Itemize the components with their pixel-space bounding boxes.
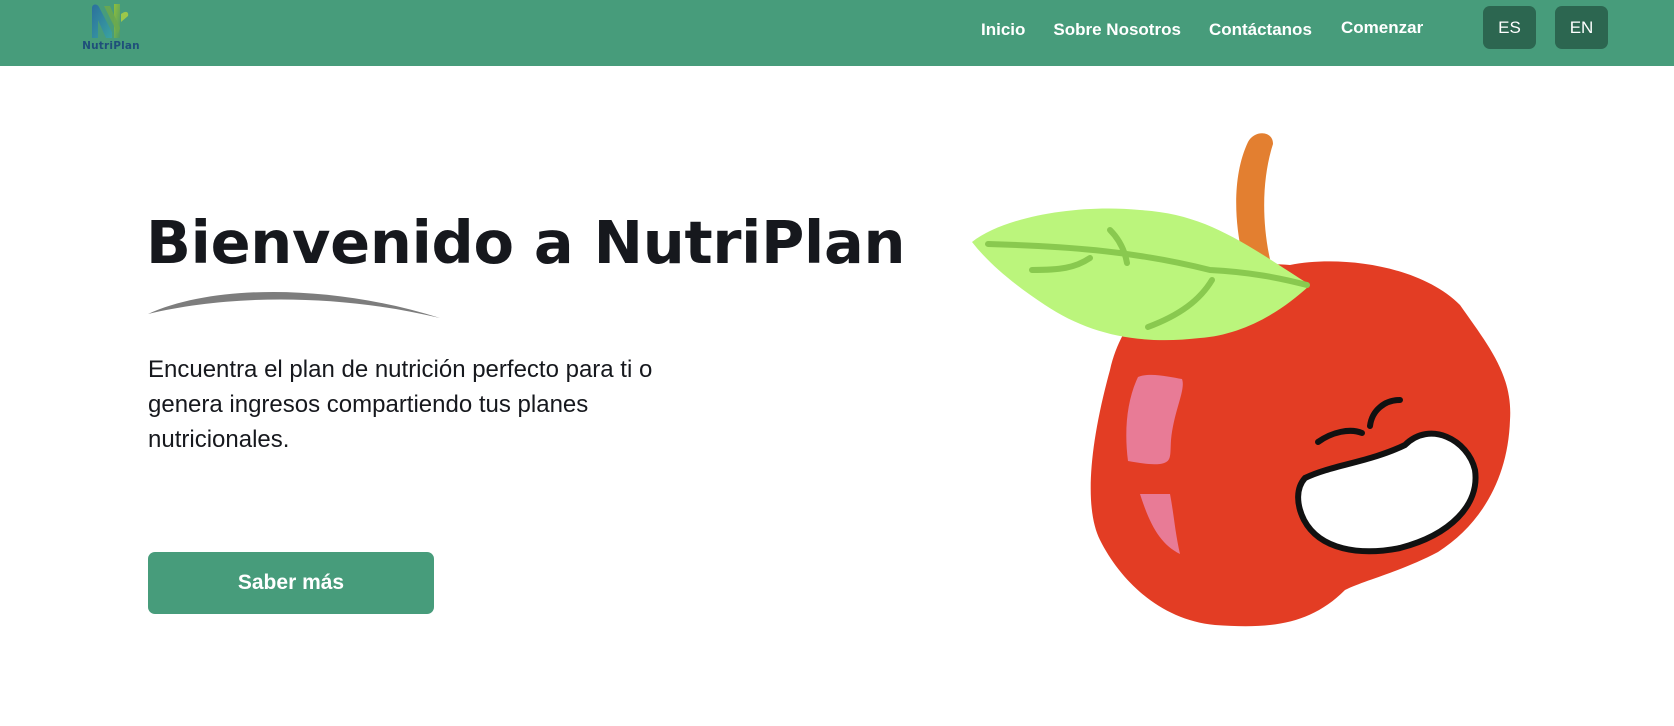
top-navbar: NutriPlan Inicio Sobre Nosotros Contácta… bbox=[0, 0, 1674, 66]
nav-link-sobre-nosotros[interactable]: Sobre Nosotros bbox=[1053, 20, 1181, 40]
language-es-button[interactable]: ES bbox=[1483, 6, 1536, 49]
nav-link-inicio[interactable]: Inicio bbox=[981, 20, 1025, 40]
hero-description: Encuentra el plan de nutrición perfecto … bbox=[148, 356, 653, 453]
hero-title: Bienvenido a NutriPlan bbox=[146, 208, 906, 277]
title-underline-swoosh bbox=[148, 291, 440, 318]
logo-text: NutriPlan bbox=[82, 40, 140, 52]
nutriplan-logo[interactable]: NutriPlan bbox=[80, 2, 142, 54]
saber-mas-button[interactable]: Saber más bbox=[148, 552, 434, 614]
language-en-button[interactable]: EN bbox=[1555, 6, 1608, 49]
main-navigation: Inicio Sobre Nosotros Contáctanos bbox=[981, 20, 1340, 40]
nutriplan-logo-icon bbox=[92, 4, 129, 38]
nav-link-contactanos[interactable]: Contáctanos bbox=[1209, 20, 1312, 40]
smiling-apple-illustration bbox=[972, 133, 1511, 627]
comenzar-link[interactable]: Comenzar bbox=[1341, 18, 1423, 38]
